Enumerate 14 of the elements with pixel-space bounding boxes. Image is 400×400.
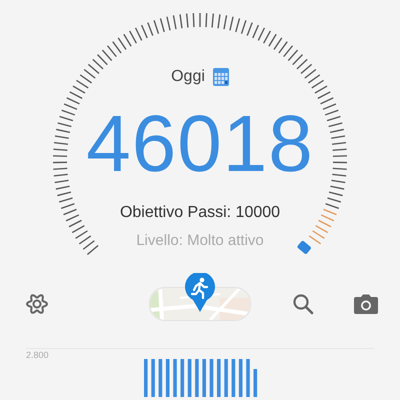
date-label: Oggi xyxy=(171,68,205,86)
activity-level-text: Livello: Molto attivo xyxy=(136,232,264,249)
camera-icon xyxy=(354,294,378,314)
goal-text: Obiettivo Passi: 10000 xyxy=(120,204,280,222)
y-axis-label: 2.800 xyxy=(26,350,49,360)
calendar-icon[interactable] xyxy=(212,68,229,86)
settings-button[interactable] xyxy=(26,293,48,315)
camera-button[interactable] xyxy=(354,294,378,314)
settings-icon xyxy=(26,293,48,315)
search-button[interactable] xyxy=(292,293,314,315)
step-count: 46018 xyxy=(86,104,314,184)
search-icon xyxy=(292,293,314,315)
map-button[interactable] xyxy=(149,273,251,321)
running-pin-icon xyxy=(184,273,216,313)
